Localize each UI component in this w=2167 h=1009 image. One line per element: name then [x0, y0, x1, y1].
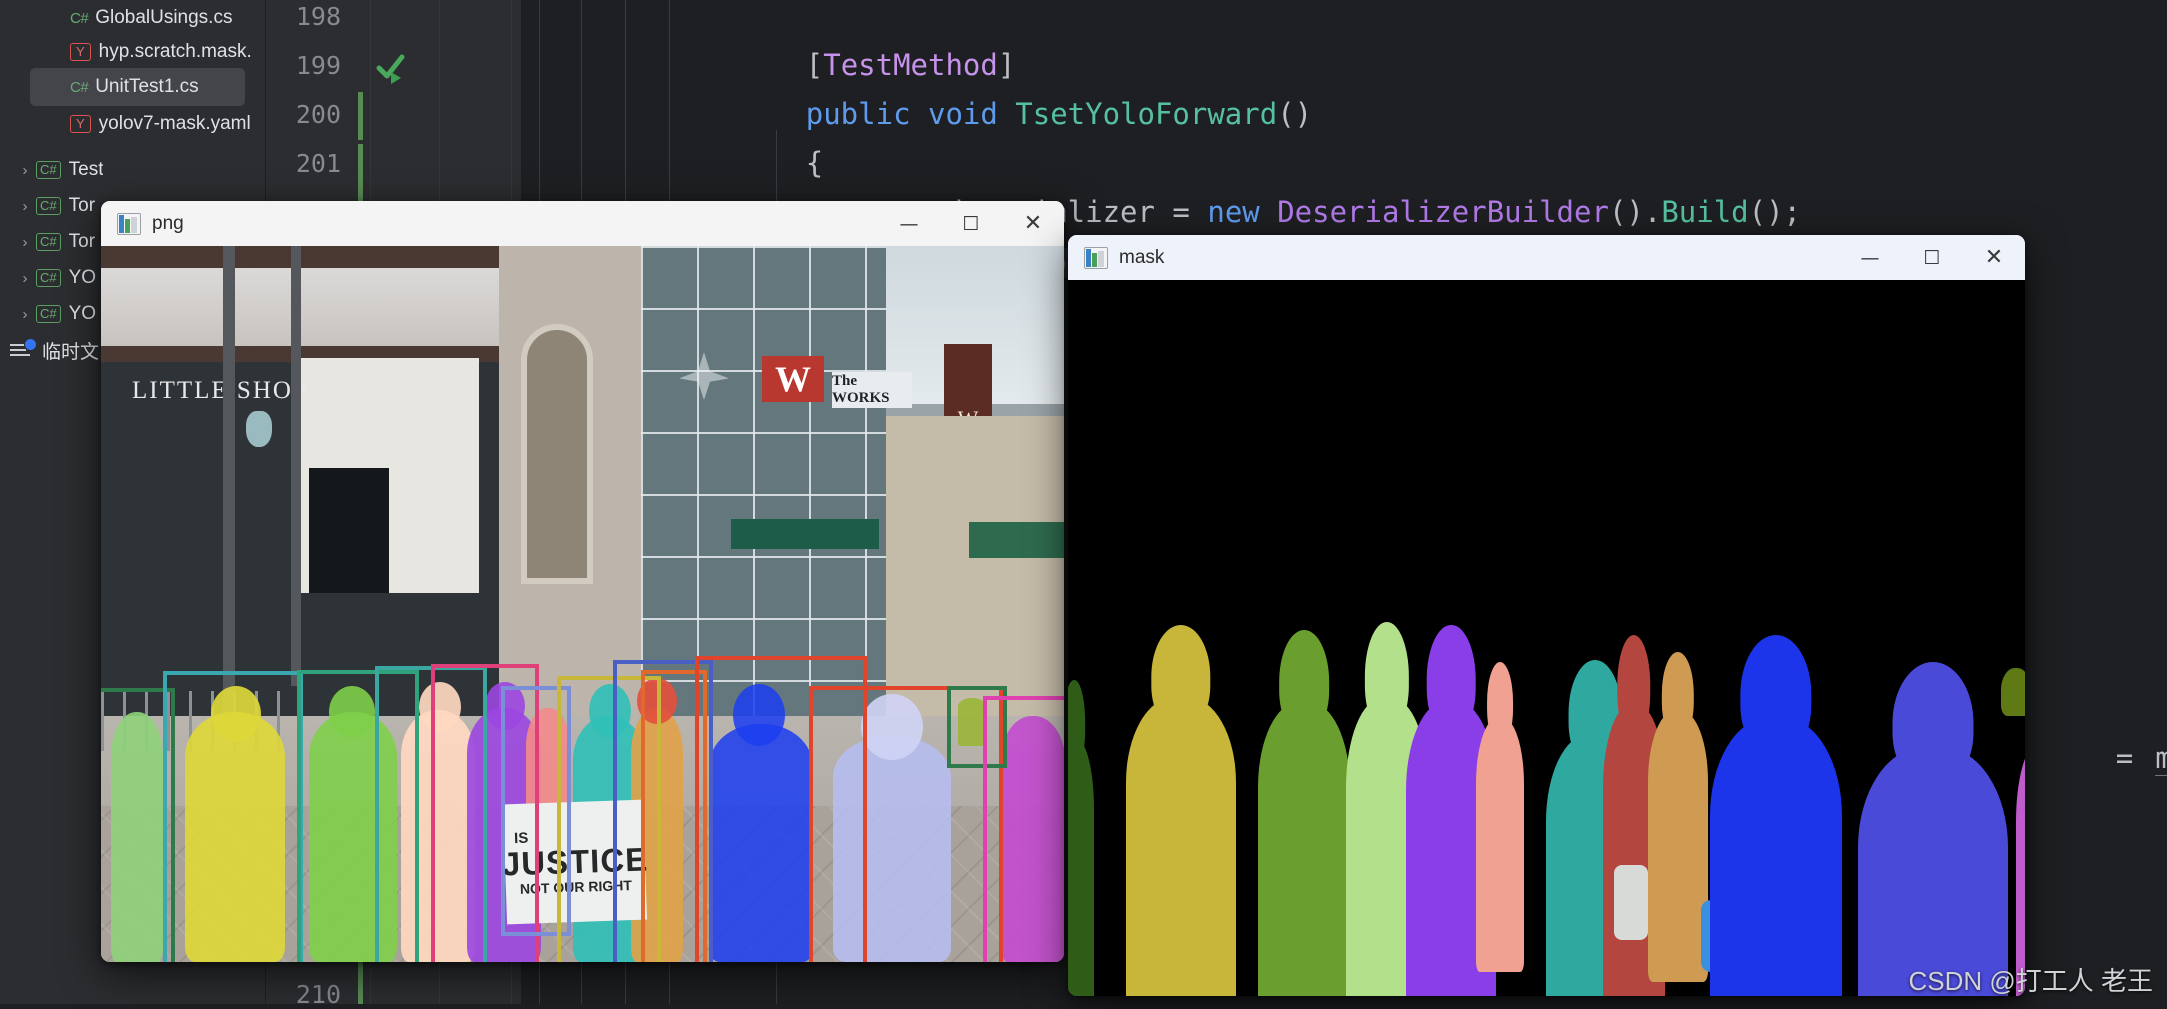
scene-lamp-post-mid: [291, 246, 301, 686]
scene-glass-facade: [641, 246, 886, 716]
equals-operator: =: [2115, 741, 2134, 775]
minimize-button[interactable]: —: [878, 201, 940, 246]
csdn-watermark: CSDN @打工人 老王: [1908, 966, 2153, 996]
maximize-button[interactable]: ☐: [940, 201, 1002, 246]
tree-item-label: yolov7-mask.yaml: [98, 113, 251, 134]
tree-item-label: Tor: [68, 195, 96, 216]
tree-item-label: YO: [68, 303, 97, 324]
silhouette-figure-tan: [1648, 652, 1708, 982]
image-file-icon: [1084, 246, 1108, 269]
csharp-file-icon: C#: [70, 78, 89, 96]
scene-shop-front-green: [969, 522, 1064, 558]
scene-lamp-post-left: [223, 246, 235, 716]
minimize-button[interactable]: —: [1839, 235, 1901, 280]
csharp-project-icon: C#: [36, 161, 61, 179]
mask-window-controls[interactable]: — ☐ ✕: [1839, 235, 2025, 280]
scene-entrance-awning: [731, 519, 879, 549]
tree-item-label: Tor: [68, 231, 96, 252]
tree-item-test[interactable]: › C# Test: [0, 152, 279, 188]
yaml-file-icon: Y: [70, 115, 91, 133]
tree-item-globalusings[interactable]: C# GlobalUsings.cs: [0, 0, 265, 36]
silhouette-figure-blue: [1710, 635, 1842, 996]
run-test-passed-icon[interactable]: [376, 52, 406, 84]
tree-item-hyp-scratch-mask[interactable]: Y hyp.scratch.mask.: [0, 34, 265, 70]
detection-box: [163, 671, 303, 962]
csharp-project-icon: C#: [36, 233, 61, 251]
tree-item-label: hyp.scratch.mask.: [98, 41, 252, 62]
tree-item-label: Test: [68, 159, 104, 180]
tree-item-label: YO: [68, 267, 97, 288]
chevron-right-icon[interactable]: ›: [14, 234, 36, 251]
identifier-model: model: [2155, 741, 2167, 776]
code-fragment-model-assignment: = model: [2011, 685, 2167, 832]
yaml-file-icon: Y: [70, 43, 91, 61]
line-number: 200: [295, 100, 341, 129]
scene-shop-front-right: [886, 416, 1064, 716]
silhouette-figure-green: [1258, 630, 1350, 996]
tree-item-label: UnitTest1.cs: [95, 76, 199, 97]
mask-window-title: mask: [1119, 246, 1165, 268]
tree-item-label: 临时文: [42, 341, 100, 363]
chevron-right-icon[interactable]: ›: [14, 198, 36, 215]
csharp-project-icon: C#: [36, 197, 61, 215]
silhouette-figure-periwinkle: [1858, 662, 2008, 996]
silhouette-figure-olive-yellow: [1126, 625, 1236, 996]
vcs-change-marker: [358, 92, 363, 140]
maximize-button[interactable]: ☐: [1901, 235, 1963, 280]
png-window-controls[interactable]: — ☐ ✕: [878, 201, 1064, 246]
png-image-viewer-window[interactable]: png — ☐ ✕ LITTLE SHOP W The WORKS W WORK…: [101, 201, 1064, 962]
tree-item-yolov7-mask-yaml[interactable]: Y yolov7-mask.yaml: [0, 106, 265, 142]
png-image-canvas[interactable]: LITTLE SHOP W The WORKS W WORKS: [101, 246, 1064, 962]
scene-shop-sign-text: LITTLE SHOP: [132, 377, 309, 404]
scene-doorway: [309, 468, 389, 593]
scene-works-sign: The WORKS: [832, 372, 912, 408]
scene-shop-logo-icon: [246, 411, 272, 447]
line-number: 201: [295, 149, 341, 178]
scene-works-label: The WORKS: [832, 373, 890, 406]
csharp-project-icon: C#: [36, 269, 61, 287]
mask-image-canvas[interactable]: [1068, 280, 2025, 996]
silhouette-figure-dark-green: [1068, 680, 1094, 996]
chevron-right-icon[interactable]: ›: [14, 270, 36, 287]
csharp-file-icon: C#: [70, 9, 89, 27]
silhouette-white-gap: [1614, 865, 1648, 940]
close-button[interactable]: ✕: [1002, 201, 1064, 246]
image-file-icon: [117, 212, 141, 235]
tree-item-label: GlobalUsings.cs: [95, 7, 233, 28]
scratch-files-icon: [10, 338, 37, 360]
png-window-title: png: [152, 212, 184, 234]
chevron-right-icon[interactable]: ›: [14, 306, 36, 323]
csharp-project-icon: C#: [36, 305, 61, 323]
tree-item-unittest1[interactable]: C# UnitTest1.cs: [30, 68, 245, 106]
silhouette-figure-orchid: [2016, 680, 2025, 996]
mask-window-title-bar[interactable]: mask — ☐ ✕: [1068, 235, 2025, 280]
line-number: 210: [295, 980, 341, 1009]
line-number: 198: [295, 2, 341, 31]
detection-box: [983, 696, 1064, 962]
close-button[interactable]: ✕: [1963, 235, 2025, 280]
chevron-right-icon[interactable]: ›: [14, 162, 36, 179]
line-number: 199: [295, 51, 341, 80]
scene-arched-window: [521, 324, 593, 584]
mask-image-viewer-window[interactable]: mask — ☐ ✕: [1068, 235, 2025, 996]
png-window-title-bar[interactable]: png — ☐ ✕: [101, 201, 1064, 246]
silhouette-figure-salmon: [1476, 662, 1524, 972]
scene-w-sign: W: [762, 356, 824, 402]
